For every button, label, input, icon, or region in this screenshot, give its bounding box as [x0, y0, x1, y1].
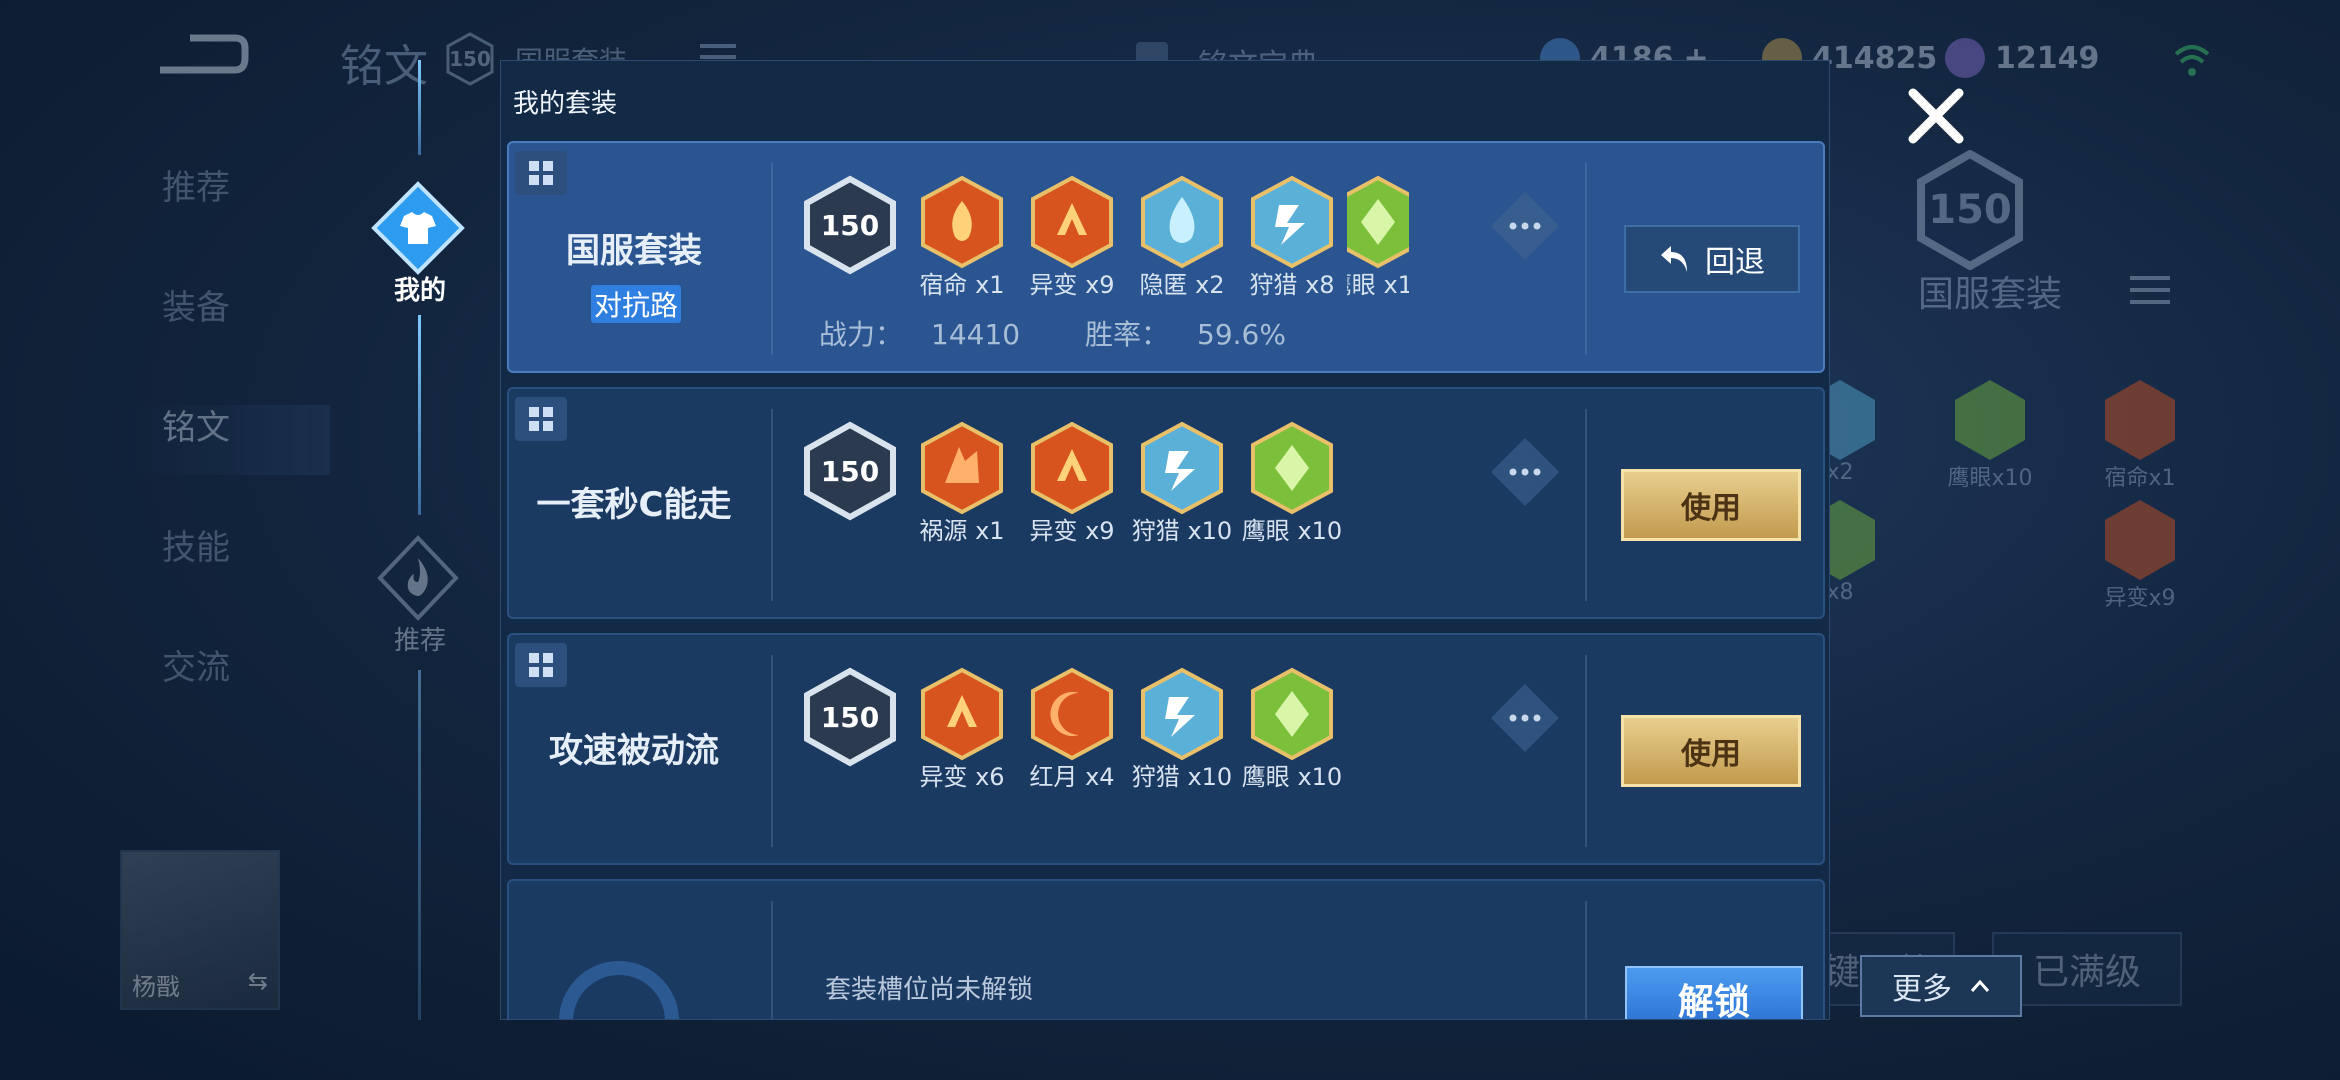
nav-item-recommend[interactable]: 推荐 — [162, 160, 230, 209]
rune-mutation-icon — [921, 667, 1003, 761]
rune-fate-icon — [921, 175, 1003, 269]
flame-icon — [377, 535, 459, 621]
rune-hunt-icon — [1141, 421, 1223, 515]
hero-portrait[interactable]: 杨戬 ⇆ — [120, 850, 280, 1010]
rune-list: 150 祸源 x1 异变 x9 狩猎 x10 鹰眼 x10 — [801, 421, 1347, 546]
rune-item[interactable]: 鹰眼 x10 — [1237, 667, 1347, 792]
set-card-1[interactable]: 国服套装 对抗路 150 宿命 x1 异变 x9 隐匿 x2 狩猎 x8 眼 x… — [507, 141, 1825, 373]
combat-power: 14410 — [931, 318, 1021, 351]
more-runes-icon[interactable] — [1487, 188, 1563, 264]
set-category-timeline: 我的 推荐 — [370, 60, 470, 1020]
timeline-line — [418, 670, 421, 1020]
rune-list: 150 异变 x6 红月 x4 狩猎 x10 鹰眼 x10 — [801, 667, 1347, 792]
swap-hero-icon[interactable]: ⇆ — [248, 967, 268, 1002]
rune-item[interactable]: 异变 x6 — [907, 667, 1017, 792]
current-set-preview: 150 国服套装 x2 鹰眼x10 宿命x1 x8 异变x9 — [1805, 60, 2210, 1020]
level-badge: 150 — [801, 175, 899, 275]
rune-mutation-icon — [1031, 421, 1113, 515]
timeline-line — [418, 315, 421, 515]
set-name: 一套秒C能走 — [536, 485, 732, 525]
grid-icon[interactable] — [515, 151, 567, 195]
rune-item[interactable]: 异变 x9 — [1017, 421, 1127, 546]
close-icon[interactable] — [1905, 85, 1967, 147]
preview-level-badge: 150 — [1915, 149, 2025, 271]
level-badge: 150 — [801, 421, 899, 521]
use-button[interactable]: 使用 — [1621, 469, 1801, 541]
level-badge: 150 — [801, 667, 899, 767]
set-name: 攻速被动流 — [549, 731, 719, 771]
set-name: 国服套装 — [566, 231, 702, 271]
empty-slot-icon — [559, 961, 679, 1019]
preview-rune: 鹰眼x10 — [1930, 380, 2050, 492]
set-card-3[interactable]: 攻速被动流 150 异变 x6 红月 x4 狩猎 x10 鹰眼 x10 使用 — [507, 633, 1825, 865]
tab-mine[interactable] — [370, 180, 466, 276]
chevron-up-icon — [1970, 979, 1990, 992]
set-card-2[interactable]: 一套秒C能走 150 祸源 x1 异变 x9 狩猎 x10 鹰眼 x10 使用 — [507, 387, 1825, 619]
rune-calamity-icon — [921, 421, 1003, 515]
rune-stealth-icon — [1141, 175, 1223, 269]
preview-rune: 异变x9 — [2080, 500, 2200, 612]
undo-icon — [1661, 246, 1687, 272]
set-card-locked[interactable]: 套装槽位尚未解锁 解锁 — [507, 879, 1825, 1019]
rune-hawkeye-icon — [1251, 667, 1333, 761]
rune-item[interactable]: 异变 x9 — [1017, 175, 1127, 300]
timeline-line — [418, 60, 421, 155]
back-arrow-icon[interactable] — [150, 30, 250, 80]
rune-item[interactable]: 狩猎 x10 — [1127, 667, 1237, 792]
nav-item-skills[interactable]: 技能 — [162, 520, 230, 569]
preview-rune: 宿命x1 — [2080, 380, 2200, 492]
tab-recommend-label: 推荐 — [393, 626, 446, 656]
revert-button[interactable]: 回退 — [1624, 225, 1800, 293]
more-runes-icon[interactable] — [1487, 680, 1563, 756]
modal-title: 我的套装 — [513, 89, 618, 119]
rune-item[interactable]: 狩猎 x8 — [1237, 175, 1347, 300]
grid-icon[interactable] — [515, 397, 567, 441]
rune-item[interactable]: 隐匿 x2 — [1127, 175, 1237, 300]
rune-item[interactable]: 鹰眼 x10 — [1237, 421, 1347, 546]
locked-slot-text: 套装槽位尚未解锁 — [825, 975, 1034, 1005]
rune-item[interactable]: 红月 x4 — [1017, 667, 1127, 792]
nav-item-community[interactable]: 交流 — [162, 640, 230, 689]
lane-tag: 对抗路 — [591, 285, 681, 323]
tab-mine-label: 我的 — [393, 276, 446, 306]
rune-list: 150 宿命 x1 异变 x9 隐匿 x2 狩猎 x8 鹰眼 x10 — [801, 175, 1409, 300]
nav-item-runes[interactable]: 铭文 — [162, 400, 230, 449]
grid-icon[interactable] — [515, 643, 567, 687]
rune-hawkeye-icon — [1347, 175, 1409, 269]
rune-red-moon-icon — [1031, 667, 1113, 761]
set-stats: 战力： 14410 胜率： 59.6% — [819, 318, 1286, 351]
rune-item[interactable]: 狩猎 x10 — [1127, 421, 1237, 546]
more-button[interactable]: 更多 — [1860, 955, 2022, 1017]
hero-name: 杨戬 — [132, 973, 180, 1001]
unlock-button[interactable]: 解锁 — [1625, 966, 1803, 1019]
rune-hawkeye-icon — [1251, 421, 1333, 515]
rune-hunt-icon — [1251, 175, 1333, 269]
shirt-icon — [371, 181, 465, 275]
rune-item[interactable]: 鹰眼 x10 — [1347, 175, 1409, 300]
preview-set-title: 国服套装 — [1917, 274, 2062, 315]
tab-recommend[interactable] — [370, 530, 466, 626]
my-sets-modal: 我的套装 国服套装 对抗路 150 宿命 x1 异变 x9 隐匿 x2 狩猎 x… — [500, 60, 1830, 1020]
use-button[interactable]: 使用 — [1621, 715, 1801, 787]
rune-item[interactable]: 祸源 x1 — [907, 421, 1017, 546]
win-rate: 59.6% — [1197, 318, 1286, 351]
list-icon[interactable] — [2130, 270, 2170, 310]
rune-item[interactable]: 宿命 x1 — [907, 175, 1017, 300]
nav-item-equipment[interactable]: 装备 — [162, 280, 230, 329]
rune-mutation-icon — [1031, 175, 1113, 269]
rune-hunt-icon — [1141, 667, 1223, 761]
more-runes-icon[interactable] — [1487, 434, 1563, 510]
